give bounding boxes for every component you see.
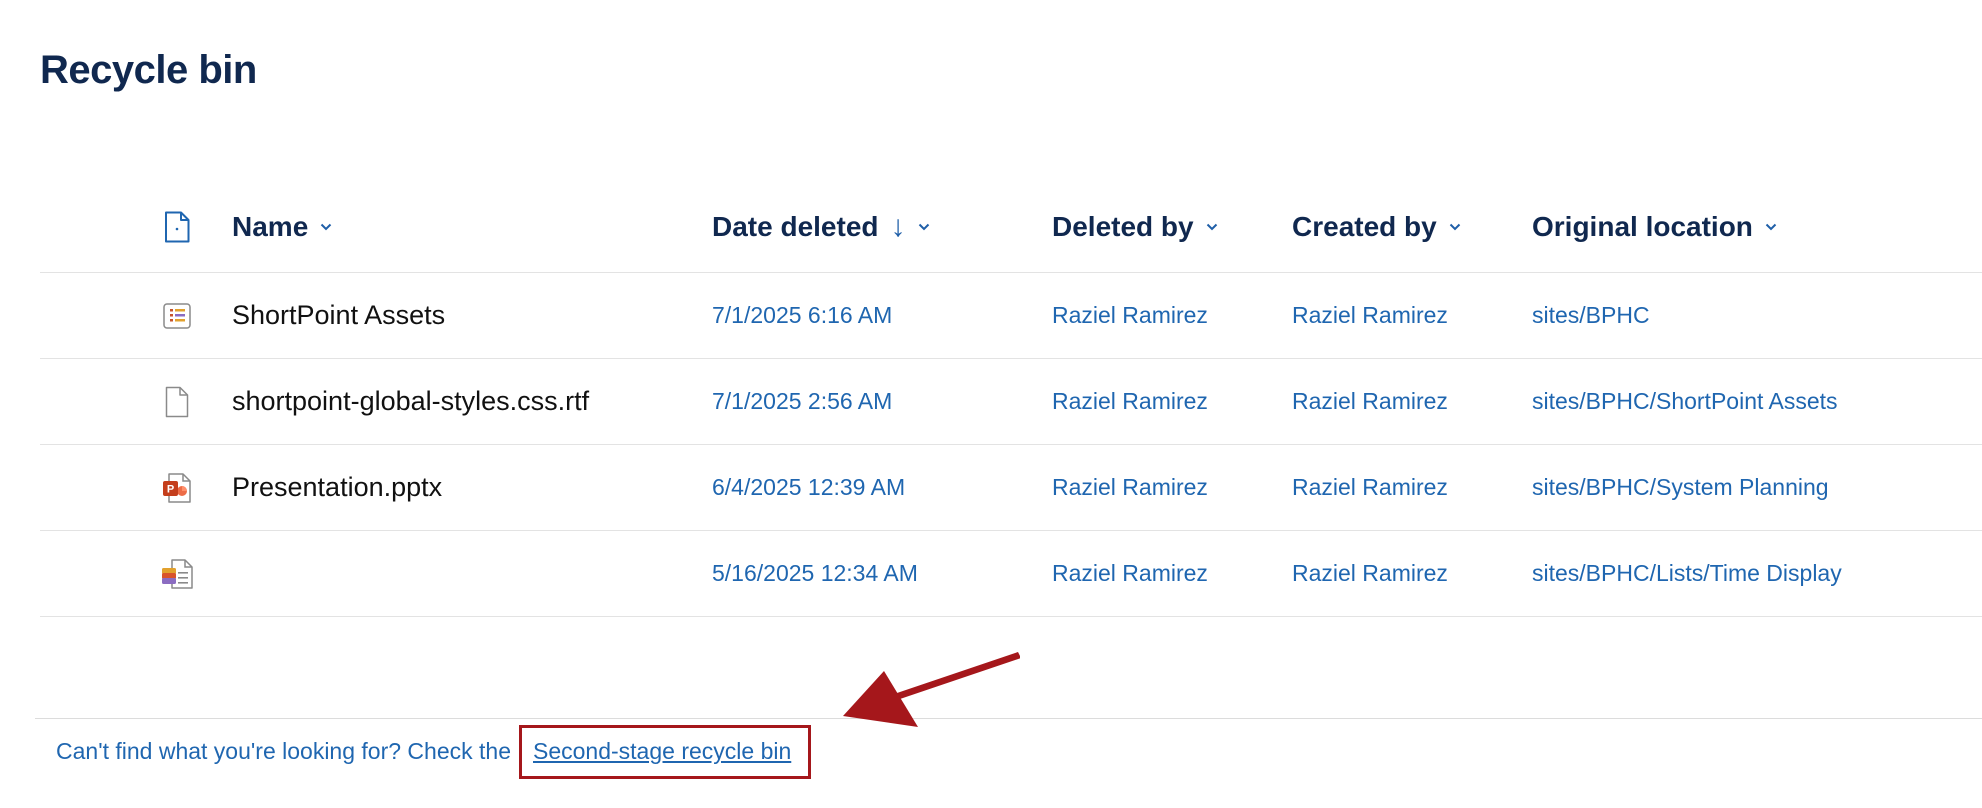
deleted-by-link[interactable]: Raziel Ramirez [1052, 560, 1208, 587]
column-header-deleted-by-label: Deleted by [1052, 211, 1194, 242]
row-date-cell: 7/1/2025 2:56 AM [712, 359, 892, 444]
column-header-deleted-by[interactable]: Deleted by [1052, 182, 1218, 272]
column-header-original-location[interactable]: Original location [1532, 182, 1777, 272]
column-header-created-by[interactable]: Created by [1292, 182, 1461, 272]
page-title: Recycle bin [40, 48, 257, 92]
original-location-link[interactable]: sites/BPHC/Lists/Time Display [1532, 560, 1842, 587]
date-deleted-value: 5/16/2025 12:34 AM [712, 560, 918, 586]
row-deleted-by-cell[interactable]: Raziel Ramirez [1052, 273, 1208, 358]
powerpoint-icon: P [163, 472, 191, 503]
original-location-link[interactable]: sites/BPHC [1532, 302, 1650, 329]
column-header-created-by-label: Created by [1292, 211, 1437, 242]
file-type-header-icon[interactable] [152, 182, 202, 272]
created-by-link[interactable]: Raziel Ramirez [1292, 302, 1448, 329]
row-created-by-cell[interactable]: Raziel Ramirez [1292, 273, 1448, 358]
column-header-name-label: Name [232, 211, 309, 242]
document-icon [165, 386, 189, 417]
recycle-bin-table: Name Date deleted ↓ Deleted by Created b… [40, 182, 1982, 617]
created-by-link[interactable]: Raziel Ramirez [1292, 474, 1448, 501]
file-name[interactable]: Presentation.pptx [232, 472, 442, 503]
row-deleted-by-cell[interactable]: Raziel Ramirez [1052, 445, 1208, 530]
column-header-date-deleted-label: Date deleted [712, 211, 879, 242]
row-created-by-cell[interactable]: Raziel Ramirez [1292, 359, 1448, 444]
chevron-down-icon [321, 223, 332, 231]
list-assets-icon [163, 302, 191, 329]
row-icon-cell [152, 531, 202, 616]
recycle-bin-page: Recycle bin Name Date deleted ↓ Deleted … [0, 0, 1982, 808]
column-header-date-deleted[interactable]: Date deleted ↓ [712, 182, 930, 272]
created-by-link[interactable]: Raziel Ramirez [1292, 388, 1448, 415]
chevron-down-icon [918, 223, 929, 231]
row-location-cell[interactable]: sites/BPHC [1532, 273, 1650, 358]
file-name[interactable]: ShortPoint Assets [232, 300, 445, 331]
deleted-by-link[interactable]: Raziel Ramirez [1052, 388, 1208, 415]
annotation-arrow-icon [843, 652, 1020, 727]
row-created-by-cell[interactable]: Raziel Ramirez [1292, 531, 1448, 616]
row-name-cell[interactable]: ShortPoint Assets [232, 273, 445, 358]
row-date-cell: 6/4/2025 12:39 AM [712, 445, 905, 530]
table-header: Name Date deleted ↓ Deleted by Created b… [40, 182, 1982, 273]
chevron-down-icon [1449, 223, 1460, 231]
second-stage-recycle-bin-link[interactable]: Second-stage recycle bin [531, 738, 792, 765]
svg-text:P: P [167, 483, 174, 495]
original-location-link[interactable]: sites/BPHC/ShortPoint Assets [1532, 388, 1838, 415]
date-deleted-value: 7/1/2025 2:56 AM [712, 388, 893, 414]
table-row[interactable]: P Presentation.pptx 6/4/2025 12:39 AM Ra… [40, 445, 1982, 531]
document-header-icon [165, 211, 190, 243]
deleted-by-link[interactable]: Raziel Ramirez [1052, 474, 1208, 501]
row-date-cell: 5/16/2025 12:34 AM [712, 531, 918, 616]
table-row[interactable]: ShortPoint Assets 7/1/2025 6:16 AM Razie… [40, 273, 1982, 359]
chevron-down-icon [1765, 223, 1777, 231]
row-deleted-by-cell[interactable]: Raziel Ramirez [1052, 359, 1208, 444]
deleted-by-link[interactable]: Raziel Ramirez [1052, 302, 1208, 329]
date-deleted-value: 6/4/2025 12:39 AM [712, 474, 906, 500]
row-location-cell[interactable]: sites/BPHC/ShortPoint Assets [1532, 359, 1838, 444]
row-icon-cell [152, 273, 202, 358]
column-header-name[interactable]: Name [232, 182, 332, 272]
row-location-cell[interactable]: sites/BPHC/Lists/Time Display [1532, 531, 1842, 616]
row-created-by-cell[interactable]: Raziel Ramirez [1292, 445, 1448, 530]
row-deleted-by-cell[interactable]: Raziel Ramirez [1052, 531, 1208, 616]
column-header-original-location-label: Original location [1532, 211, 1753, 242]
row-location-cell[interactable]: sites/BPHC/System Planning [1532, 445, 1829, 530]
table-row[interactable]: 5/16/2025 12:34 AM Raziel Ramirez Raziel… [40, 531, 1982, 617]
row-icon-cell [152, 359, 202, 444]
footer-message: Can't find what you're looking for? Chec… [56, 738, 511, 764]
row-name-cell[interactable]: shortpoint-global-styles.css.rtf [232, 359, 589, 444]
date-deleted-value: 7/1/2025 6:16 AM [712, 302, 893, 328]
table-row[interactable]: shortpoint-global-styles.css.rtf 7/1/202… [40, 359, 1982, 445]
original-location-link[interactable]: sites/BPHC/System Planning [1532, 474, 1829, 501]
row-name-cell[interactable]: Presentation.pptx [232, 445, 442, 530]
row-icon-cell: P [152, 445, 202, 530]
created-by-link[interactable]: Raziel Ramirez [1292, 560, 1448, 587]
chevron-down-icon [1206, 223, 1217, 231]
file-name[interactable]: shortpoint-global-styles.css.rtf [232, 386, 589, 417]
list-item-icon [162, 558, 193, 589]
row-date-cell: 7/1/2025 6:16 AM [712, 273, 892, 358]
sort-descending-icon: ↓ [890, 210, 906, 243]
